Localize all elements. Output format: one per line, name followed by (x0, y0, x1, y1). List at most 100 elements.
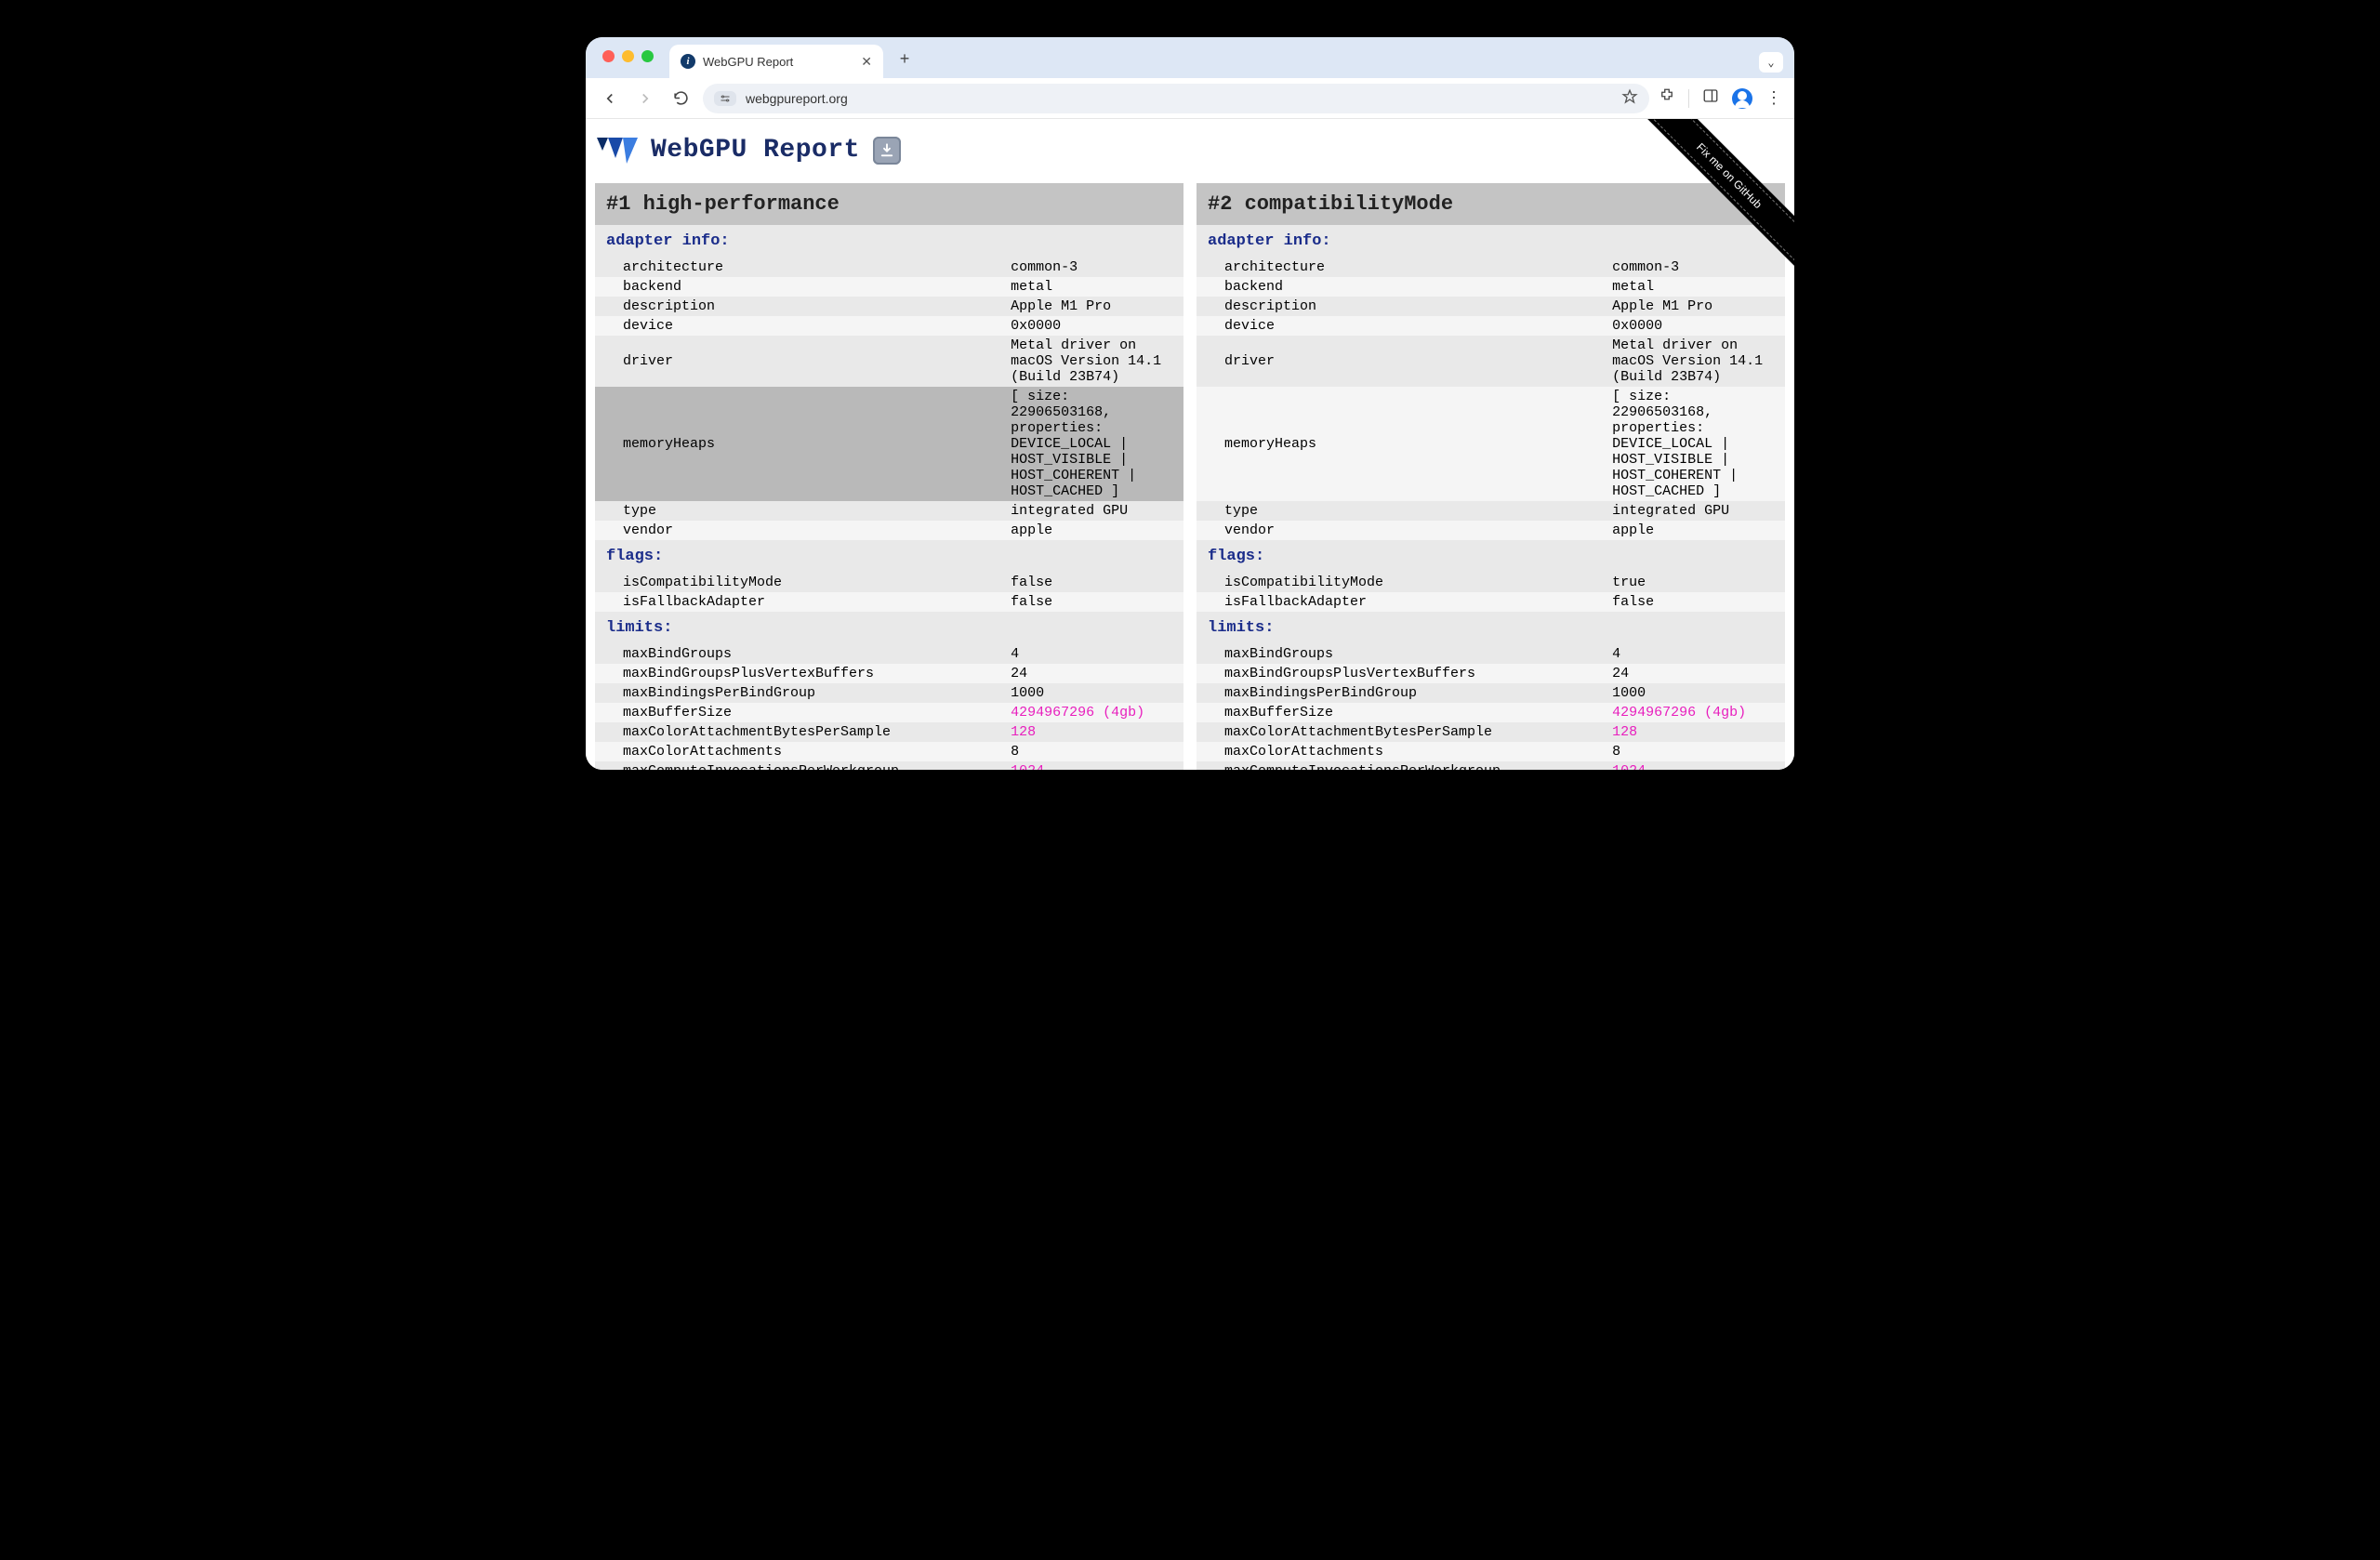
row-value: apple (1007, 521, 1183, 540)
table-row: driverMetal driver on macOS Version 14.1… (595, 336, 1183, 387)
tab-list-button[interactable]: ⌄ (1759, 52, 1783, 73)
table-row: isCompatibilityModefalse (595, 573, 1183, 592)
reload-button[interactable] (668, 86, 694, 112)
webgpu-logo-icon (597, 138, 638, 164)
section-heading: limits: (1197, 612, 1785, 644)
table-row: vendorapple (595, 521, 1183, 540)
github-ribbon[interactable]: Fix me on GitHub (1608, 119, 1794, 305)
table-row: maxBufferSize4294967296 (4gb) (1197, 703, 1785, 722)
row-key: architecture (595, 258, 1007, 277)
tab-close-button[interactable]: ✕ (861, 54, 872, 70)
row-key: maxComputeInvocationsPerWorkgroup (1197, 761, 1608, 770)
row-value: metal (1007, 277, 1183, 297)
row-key: isCompatibilityMode (1197, 573, 1608, 592)
adapter-column-title: #1 high-performance (595, 183, 1183, 225)
github-ribbon-label: Fix me on GitHub (1627, 119, 1794, 278)
row-key: maxColorAttachments (595, 742, 1007, 761)
favicon-icon: i (681, 54, 695, 69)
row-key: type (595, 501, 1007, 521)
row-key: maxBindGroupsPlusVertexBuffers (595, 664, 1007, 683)
row-value: apple (1608, 521, 1785, 540)
table-row: driverMetal driver on macOS Version 14.1… (1197, 336, 1785, 387)
row-key: driver (1197, 336, 1608, 387)
browser-tab[interactable]: i WebGPU Report ✕ (669, 45, 883, 78)
row-value: [ size: 22906503168, properties: DEVICE_… (1007, 387, 1183, 501)
table-row: maxColorAttachments8 (1197, 742, 1785, 761)
row-key: maxBindingsPerBindGroup (1197, 683, 1608, 703)
row-key: maxBufferSize (1197, 703, 1608, 722)
row-value: [ size: 22906503168, properties: DEVICE_… (1608, 387, 1785, 501)
maximize-window-button[interactable] (641, 50, 654, 62)
table-row: memoryHeaps[ size: 22906503168, properti… (1197, 387, 1785, 501)
toolbar-separator (1688, 89, 1689, 108)
row-key: architecture (1197, 258, 1608, 277)
table-row: maxBindGroupsPlusVertexBuffers24 (595, 664, 1183, 683)
table-row: device0x0000 (1197, 316, 1785, 336)
table-row: memoryHeaps[ size: 22906503168, properti… (595, 387, 1183, 501)
extensions-button[interactable] (1659, 87, 1675, 109)
row-key: device (595, 316, 1007, 336)
table-row: maxBufferSize4294967296 (4gb) (595, 703, 1183, 722)
site-info-button[interactable] (714, 91, 736, 106)
table-row: maxColorAttachmentBytesPerSample128 (1197, 722, 1785, 742)
row-value: Metal driver on macOS Version 14.1 (Buil… (1007, 336, 1183, 387)
row-value: 1000 (1608, 683, 1785, 703)
kv-table: maxBindGroups4maxBindGroupsPlusVertexBuf… (1197, 644, 1785, 770)
table-row: typeintegrated GPU (1197, 501, 1785, 521)
browser-window: i WebGPU Report ✕ + ⌄ webgpureport.org (586, 37, 1794, 770)
table-row: maxColorAttachmentBytesPerSample128 (595, 722, 1183, 742)
table-row: isFallbackAdapterfalse (595, 592, 1183, 612)
table-row: maxBindGroups4 (1197, 644, 1785, 664)
adapter-columns: #1 high-performanceadapter info:architec… (595, 183, 1785, 770)
bookmark-button[interactable] (1621, 88, 1638, 108)
table-row: maxColorAttachments8 (595, 742, 1183, 761)
section-heading: limits: (595, 612, 1183, 644)
page-header: WebGPU Report (595, 136, 1785, 165)
back-button[interactable] (597, 86, 623, 112)
page-title-text: WebGPU Report (651, 136, 860, 165)
row-key: isFallbackAdapter (595, 592, 1007, 612)
row-key: description (1197, 297, 1608, 316)
browser-menu-button[interactable]: ⋮ (1765, 88, 1783, 109)
adapter-column: #1 high-performanceadapter info:architec… (595, 183, 1183, 770)
row-value: common-3 (1007, 258, 1183, 277)
row-key: backend (1197, 277, 1608, 297)
row-key: backend (595, 277, 1007, 297)
sidepanel-button[interactable] (1702, 87, 1719, 109)
address-bar[interactable]: webgpureport.org (703, 84, 1649, 113)
table-row: isCompatibilityModetrue (1197, 573, 1785, 592)
table-row: maxBindingsPerBindGroup1000 (595, 683, 1183, 703)
section-heading: flags: (1197, 540, 1785, 573)
row-value: true (1608, 573, 1785, 592)
row-value: 1024 (1007, 761, 1183, 770)
section-heading: flags: (595, 540, 1183, 573)
row-value: 128 (1007, 722, 1183, 742)
row-value: 0x0000 (1608, 316, 1785, 336)
row-key: maxBufferSize (595, 703, 1007, 722)
row-key: device (1197, 316, 1608, 336)
browser-toolbar: webgpureport.org ⋮ (586, 78, 1794, 119)
row-value: 24 (1608, 664, 1785, 683)
row-value: integrated GPU (1608, 501, 1785, 521)
table-row: maxComputeInvocationsPerWorkgroup1024 (1197, 761, 1785, 770)
row-value: integrated GPU (1007, 501, 1183, 521)
row-key: maxBindGroups (1197, 644, 1608, 664)
row-key: maxColorAttachmentBytesPerSample (595, 722, 1007, 742)
row-key: maxComputeInvocationsPerWorkgroup (595, 761, 1007, 770)
new-tab-button[interactable]: + (891, 46, 919, 74)
row-value: 0x0000 (1007, 316, 1183, 336)
row-value: false (1608, 592, 1785, 612)
row-value: Apple M1 Pro (1007, 297, 1183, 316)
close-window-button[interactable] (602, 50, 615, 62)
kv-table: maxBindGroups4maxBindGroupsPlusVertexBuf… (595, 644, 1183, 770)
profile-button[interactable] (1732, 88, 1752, 109)
row-value: 4 (1007, 644, 1183, 664)
download-button[interactable] (873, 137, 901, 165)
forward-button[interactable] (632, 86, 658, 112)
row-value: false (1007, 592, 1183, 612)
row-key: vendor (1197, 521, 1608, 540)
row-value: 128 (1608, 722, 1785, 742)
window-controls (602, 50, 654, 62)
table-row: maxBindGroupsPlusVertexBuffers24 (1197, 664, 1785, 683)
minimize-window-button[interactable] (622, 50, 634, 62)
